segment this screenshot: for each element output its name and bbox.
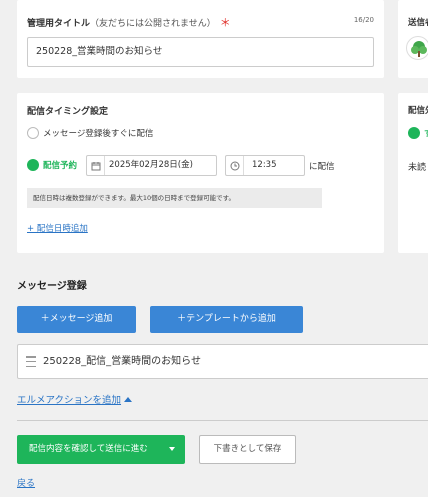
- time-picker[interactable]: 12:35: [225, 155, 305, 176]
- title-card: 管理用タイトル（友だちには公開されません）＊ 16/20 250228_営業時間…: [17, 0, 384, 78]
- char-counter: 16/20: [353, 16, 374, 24]
- title-note: （友だちには公開されません）: [90, 19, 216, 29]
- add-datetime-link[interactable]: + 配信日時追加: [27, 222, 88, 234]
- schedule-suffix: に配信: [309, 162, 335, 172]
- message-item-text: 250228_配信_営業時間のお知らせ: [43, 356, 201, 367]
- title-label: 管理用タイトル（友だちには公開されません）＊: [27, 14, 231, 30]
- add-message-button[interactable]: ＋メッセージ追加: [17, 306, 136, 333]
- radio-immediate-label[interactable]: メッセージ登録後すぐに配信: [43, 127, 153, 139]
- date-value: 2025年02月28日(金): [109, 160, 193, 170]
- radio-scheduled[interactable]: [27, 159, 39, 171]
- clock-icon: [226, 156, 244, 175]
- target-card: [398, 93, 428, 253]
- message-list-item[interactable]: 250228_配信_営業時間のお知らせ: [17, 344, 428, 379]
- save-draft-button[interactable]: 下書きとして保存: [199, 435, 296, 464]
- target-radio-label[interactable]: す: [424, 127, 428, 139]
- target-radio[interactable]: [408, 127, 420, 139]
- confirm-send-button-label: 配信内容を確認して送信に進む: [29, 444, 148, 454]
- drag-handle-icon[interactable]: [26, 356, 36, 367]
- divider: [17, 420, 428, 421]
- add-template-button[interactable]: ＋テンプレートから追加: [150, 306, 303, 333]
- date-picker[interactable]: 2025年02月28日(金): [86, 155, 217, 176]
- schedule-info-note: 配信日時は複数登録ができます。最大10個の日時まで登録可能です。: [27, 188, 322, 208]
- required-mark: ＊: [219, 16, 231, 29]
- elme-action-link-text: エルメアクションを追加: [17, 395, 122, 406]
- message-section-heading: メッセージ登録: [17, 281, 87, 292]
- target-label: 配信先: [408, 106, 428, 116]
- radio-scheduled-label[interactable]: 配信予約: [43, 159, 77, 171]
- confirm-send-button[interactable]: 配信内容を確認して送信に進む: [17, 435, 185, 464]
- back-link[interactable]: 戻る: [17, 476, 35, 489]
- calendar-icon: [87, 156, 105, 175]
- title-input[interactable]: 250228_営業時間のお知らせ: [27, 37, 374, 67]
- radio-immediate[interactable]: [27, 127, 39, 139]
- sender-label: 送信者: [408, 18, 428, 28]
- time-value: 12:35: [252, 160, 277, 170]
- logo-icon: [406, 36, 428, 60]
- elme-action-link[interactable]: エルメアクションを追加: [17, 392, 133, 406]
- caret-down-icon[interactable]: [169, 447, 175, 451]
- timing-label: 配信タイミング設定: [27, 107, 109, 117]
- title-label-text: 管理用タイトル: [27, 19, 91, 29]
- target-text: 未読: [408, 163, 427, 173]
- caret-up-icon: [124, 397, 133, 402]
